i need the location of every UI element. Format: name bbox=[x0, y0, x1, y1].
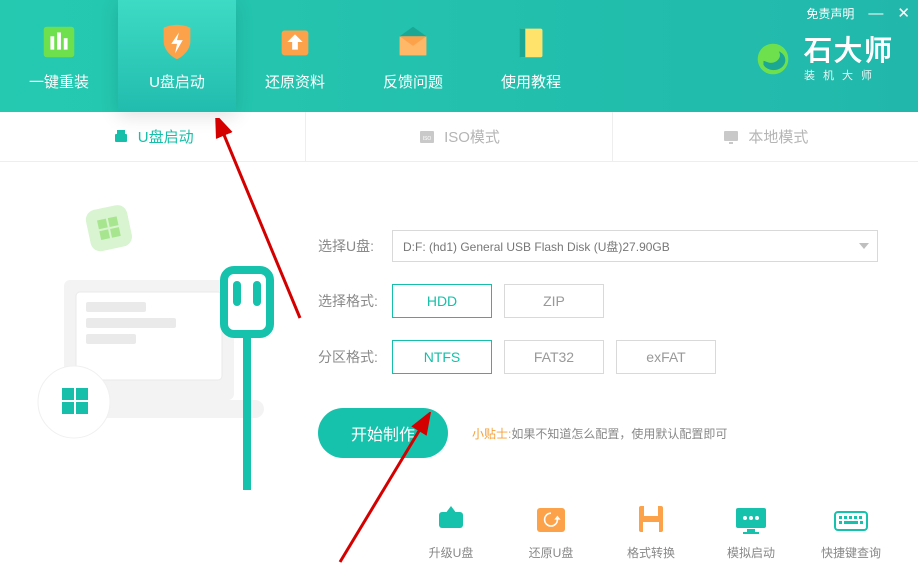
disclaimer-link[interactable]: 免责声明 bbox=[806, 5, 854, 22]
nav-item-tutorial[interactable]: 使用教程 bbox=[472, 0, 590, 112]
partition-options: NTFS FAT32 exFAT bbox=[392, 340, 716, 374]
logo: 石大师 装机大师 bbox=[752, 36, 894, 83]
nav-item-feedback[interactable]: 反馈问题 bbox=[354, 0, 472, 112]
option-zip[interactable]: ZIP bbox=[504, 284, 604, 318]
tab-iso-mode[interactable]: ISO ISO模式 bbox=[305, 112, 611, 161]
format-options: HDD ZIP bbox=[392, 284, 604, 318]
tool-label: 升级U盘 bbox=[429, 544, 474, 561]
monitor-icon bbox=[722, 128, 740, 146]
nav-item-usb-boot[interactable]: U盘启动 bbox=[118, 0, 236, 112]
tab-label: 本地模式 bbox=[748, 126, 808, 147]
envelope-icon bbox=[392, 21, 434, 63]
nav-label: 还原资料 bbox=[265, 71, 325, 92]
tool-label: 格式转换 bbox=[627, 544, 675, 561]
svg-text:ISO: ISO bbox=[423, 136, 432, 142]
tool-label: 模拟启动 bbox=[727, 544, 775, 561]
usb-up-icon bbox=[431, 502, 471, 538]
logo-subtitle: 装机大师 bbox=[804, 67, 894, 83]
option-exfat[interactable]: exFAT bbox=[616, 340, 716, 374]
usb-icon bbox=[112, 128, 130, 146]
tool-simulate-boot[interactable]: 模拟启动 bbox=[710, 502, 792, 561]
nav-item-reinstall[interactable]: 一键重装 bbox=[0, 0, 118, 112]
usb-select[interactable]: D:F: (hd1) General USB Flash Disk (U盘)27… bbox=[392, 230, 878, 262]
window-controls: 免责声明 — ✕ bbox=[806, 4, 910, 22]
nav-label: 使用教程 bbox=[501, 71, 561, 92]
tip-text: 如果不知道怎么配置，使用默认配置即可 bbox=[511, 427, 727, 441]
bars-icon bbox=[38, 21, 80, 63]
minimize-button[interactable]: — bbox=[868, 5, 883, 22]
row-format: 选择格式: HDD ZIP bbox=[318, 284, 878, 318]
shield-bolt-icon bbox=[156, 21, 198, 63]
tab-usb-boot[interactable]: U盘启动 bbox=[0, 112, 305, 161]
tool-upgrade-usb[interactable]: 升级U盘 bbox=[410, 502, 492, 561]
tab-local-mode[interactable]: 本地模式 bbox=[612, 112, 918, 161]
header: 免责声明 — ✕ 一键重装 U盘启动 还原资料 bbox=[0, 0, 918, 112]
tab-label: U盘启动 bbox=[138, 126, 194, 147]
row-start: 开始制作 小贴士:如果不知道怎么配置，使用默认配置即可 bbox=[318, 408, 878, 458]
nav-label: 一键重装 bbox=[29, 71, 89, 92]
book-icon bbox=[510, 21, 552, 63]
save-icon bbox=[631, 502, 671, 538]
option-ntfs[interactable]: NTFS bbox=[392, 340, 492, 374]
format-label: 选择格式: bbox=[318, 291, 392, 311]
tab-label: ISO模式 bbox=[444, 126, 500, 147]
mode-tabs: U盘启动 ISO ISO模式 本地模式 bbox=[0, 112, 918, 162]
nav-label: 反馈问题 bbox=[383, 71, 443, 92]
chevron-down-icon bbox=[859, 243, 869, 249]
logo-title: 石大师 bbox=[804, 36, 894, 67]
main-content: 选择U盘: D:F: (hd1) General USB Flash Disk … bbox=[0, 162, 918, 579]
tool-label: 快捷键查询 bbox=[821, 544, 881, 561]
row-partition: 分区格式: NTFS FAT32 exFAT bbox=[318, 340, 878, 374]
tool-hotkey-query[interactable]: 快捷键查询 bbox=[810, 502, 892, 561]
option-hdd[interactable]: HDD bbox=[392, 284, 492, 318]
usb-select-label: 选择U盘: bbox=[318, 236, 392, 256]
tip: 小贴士:如果不知道怎么配置，使用默认配置即可 bbox=[472, 425, 727, 442]
config-form: 选择U盘: D:F: (hd1) General USB Flash Disk … bbox=[318, 230, 878, 458]
keyboard-icon bbox=[831, 502, 871, 538]
nav-item-restore-data[interactable]: 还原资料 bbox=[236, 0, 354, 112]
usb-select-value: D:F: (hd1) General USB Flash Disk (U盘)27… bbox=[403, 238, 670, 255]
monitor-dots-icon bbox=[731, 502, 771, 538]
tool-restore-usb[interactable]: 还原U盘 bbox=[510, 502, 592, 561]
logo-icon bbox=[752, 38, 794, 80]
upload-box-icon bbox=[274, 21, 316, 63]
restore-icon bbox=[531, 502, 571, 538]
tip-label: 小贴士: bbox=[472, 427, 511, 441]
partition-label: 分区格式: bbox=[318, 347, 392, 367]
tool-format-convert[interactable]: 格式转换 bbox=[610, 502, 692, 561]
tools-bar: 升级U盘 还原U盘 格式转换 模拟启动 快捷键查询 bbox=[410, 502, 892, 561]
row-usb-select: 选择U盘: D:F: (hd1) General USB Flash Disk … bbox=[318, 230, 878, 262]
tool-label: 还原U盘 bbox=[529, 544, 574, 561]
start-button[interactable]: 开始制作 bbox=[318, 408, 448, 458]
iso-icon: ISO bbox=[418, 128, 436, 146]
close-button[interactable]: ✕ bbox=[897, 4, 910, 22]
nav-label: U盘启动 bbox=[149, 71, 205, 92]
option-fat32[interactable]: FAT32 bbox=[504, 340, 604, 374]
illustration bbox=[24, 190, 284, 490]
